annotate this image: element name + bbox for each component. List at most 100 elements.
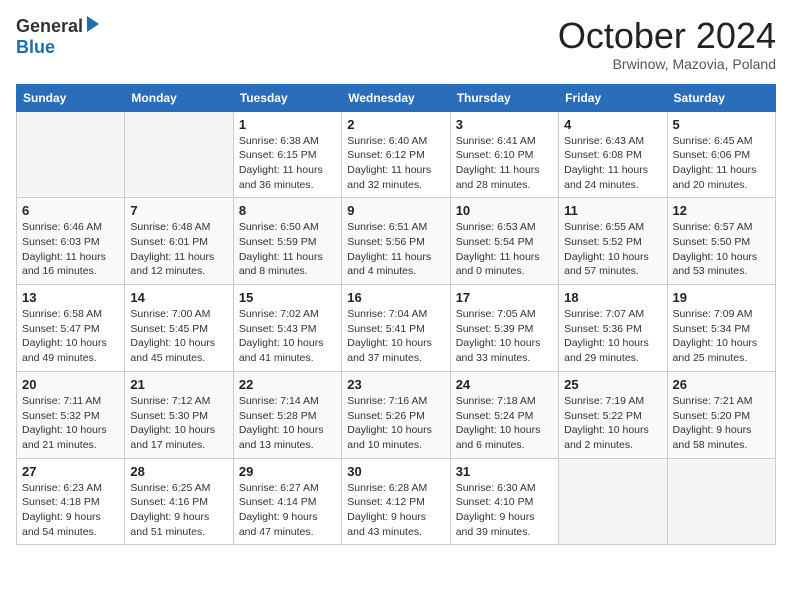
day-number: 9 (347, 203, 444, 218)
day-info: Sunrise: 6:23 AM Sunset: 4:18 PM Dayligh… (22, 481, 119, 540)
calendar-cell: 13 Sunrise: 6:58 AM Sunset: 5:47 PM Dayli… (17, 285, 125, 372)
day-info: Sunrise: 7:14 AM Sunset: 5:28 PM Dayligh… (239, 394, 336, 453)
day-number: 14 (130, 290, 227, 305)
day-info: Sunrise: 6:41 AM Sunset: 6:10 PM Dayligh… (456, 134, 553, 193)
day-info: Sunrise: 7:18 AM Sunset: 5:24 PM Dayligh… (456, 394, 553, 453)
calendar-cell: 20 Sunrise: 7:11 AM Sunset: 5:32 PM Dayli… (17, 371, 125, 458)
calendar-cell: 18 Sunrise: 7:07 AM Sunset: 5:36 PM Dayli… (559, 285, 667, 372)
calendar-cell: 16 Sunrise: 7:04 AM Sunset: 5:41 PM Dayli… (342, 285, 450, 372)
day-number: 3 (456, 117, 553, 132)
day-info: Sunrise: 7:21 AM Sunset: 5:20 PM Dayligh… (673, 394, 770, 453)
day-number: 18 (564, 290, 661, 305)
calendar-cell: 29 Sunrise: 6:27 AM Sunset: 4:14 PM Dayli… (233, 458, 341, 545)
day-number: 11 (564, 203, 661, 218)
day-info: Sunrise: 7:12 AM Sunset: 5:30 PM Dayligh… (130, 394, 227, 453)
day-info: Sunrise: 6:25 AM Sunset: 4:16 PM Dayligh… (130, 481, 227, 540)
day-info: Sunrise: 6:48 AM Sunset: 6:01 PM Dayligh… (130, 220, 227, 279)
calendar-cell: 30 Sunrise: 6:28 AM Sunset: 4:12 PM Dayli… (342, 458, 450, 545)
day-number: 17 (456, 290, 553, 305)
day-number: 21 (130, 377, 227, 392)
calendar-cell (559, 458, 667, 545)
logo: General Blue (16, 16, 99, 58)
calendar-cell: 3 Sunrise: 6:41 AM Sunset: 6:10 PM Daylig… (450, 111, 558, 198)
calendar-cell: 27 Sunrise: 6:23 AM Sunset: 4:18 PM Dayli… (17, 458, 125, 545)
day-number: 24 (456, 377, 553, 392)
day-number: 4 (564, 117, 661, 132)
calendar-cell: 2Sunrise: 6:40 AM Sunset: 6:12 PM Daylig… (342, 111, 450, 198)
calendar-cell: 1 Sunrise: 6:38 AM Sunset: 6:15 PM Daylig… (233, 111, 341, 198)
logo-triangle-icon (85, 16, 99, 37)
calendar-header-row: SundayMondayTuesdayWednesdayThursdayFrid… (17, 84, 776, 111)
day-info: Sunrise: 6:51 AM Sunset: 5:56 PM Dayligh… (347, 220, 444, 279)
day-number: 5 (673, 117, 770, 132)
day-number: 7 (130, 203, 227, 218)
day-number: 16 (347, 290, 444, 305)
calendar-cell: 6 Sunrise: 6:46 AM Sunset: 6:03 PM Daylig… (17, 198, 125, 285)
day-number: 23 (347, 377, 444, 392)
calendar-cell: 19Sunrise: 7:09 AM Sunset: 5:34 PM Dayli… (667, 285, 775, 372)
calendar-day-header: Wednesday (342, 84, 450, 111)
day-number: 22 (239, 377, 336, 392)
day-number: 29 (239, 464, 336, 479)
day-number: 19 (673, 290, 770, 305)
day-info: Sunrise: 6:58 AM Sunset: 5:47 PM Dayligh… (22, 307, 119, 366)
calendar-cell: 24 Sunrise: 7:18 AM Sunset: 5:24 PM Dayli… (450, 371, 558, 458)
calendar-cell: 17 Sunrise: 7:05 AM Sunset: 5:39 PM Dayli… (450, 285, 558, 372)
calendar-cell: 14 Sunrise: 7:00 AM Sunset: 5:45 PM Dayli… (125, 285, 233, 372)
calendar-cell: 4 Sunrise: 6:43 AM Sunset: 6:08 PM Daylig… (559, 111, 667, 198)
calendar-cell: 31Sunrise: 6:30 AM Sunset: 4:10 PM Dayli… (450, 458, 558, 545)
day-info: Sunrise: 6:38 AM Sunset: 6:15 PM Dayligh… (239, 134, 336, 193)
day-info: Sunrise: 6:55 AM Sunset: 5:52 PM Dayligh… (564, 220, 661, 279)
day-number: 10 (456, 203, 553, 218)
day-info: Sunrise: 7:07 AM Sunset: 5:36 PM Dayligh… (564, 307, 661, 366)
calendar-cell (125, 111, 233, 198)
day-info: Sunrise: 7:04 AM Sunset: 5:41 PM Dayligh… (347, 307, 444, 366)
calendar-cell: 10 Sunrise: 6:53 AM Sunset: 5:54 PM Dayli… (450, 198, 558, 285)
day-number: 30 (347, 464, 444, 479)
calendar-cell: 25Sunrise: 7:19 AM Sunset: 5:22 PM Dayli… (559, 371, 667, 458)
day-number: 12 (673, 203, 770, 218)
day-info: Sunrise: 6:46 AM Sunset: 6:03 PM Dayligh… (22, 220, 119, 279)
calendar-cell: 7 Sunrise: 6:48 AM Sunset: 6:01 PM Daylig… (125, 198, 233, 285)
day-info: Sunrise: 6:43 AM Sunset: 6:08 PM Dayligh… (564, 134, 661, 193)
calendar-cell: 26 Sunrise: 7:21 AM Sunset: 5:20 PM Dayli… (667, 371, 775, 458)
day-info: Sunrise: 6:30 AM Sunset: 4:10 PM Dayligh… (456, 481, 553, 540)
day-info: Sunrise: 7:05 AM Sunset: 5:39 PM Dayligh… (456, 307, 553, 366)
calendar-day-header: Thursday (450, 84, 558, 111)
day-info: Sunrise: 6:53 AM Sunset: 5:54 PM Dayligh… (456, 220, 553, 279)
logo-general-text: General (16, 16, 83, 37)
logo-blue-text: Blue (16, 37, 55, 57)
day-number: 6 (22, 203, 119, 218)
day-number: 13 (22, 290, 119, 305)
calendar-day-header: Saturday (667, 84, 775, 111)
day-info: Sunrise: 7:16 AM Sunset: 5:26 PM Dayligh… (347, 394, 444, 453)
day-info: Sunrise: 7:19 AM Sunset: 5:22 PM Dayligh… (564, 394, 661, 453)
day-number: 26 (673, 377, 770, 392)
day-info: Sunrise: 6:27 AM Sunset: 4:14 PM Dayligh… (239, 481, 336, 540)
calendar-day-header: Tuesday (233, 84, 341, 111)
calendar-cell: 12 Sunrise: 6:57 AM Sunset: 5:50 PM Dayli… (667, 198, 775, 285)
day-info: Sunrise: 7:11 AM Sunset: 5:32 PM Dayligh… (22, 394, 119, 453)
calendar-week-row: 6 Sunrise: 6:46 AM Sunset: 6:03 PM Daylig… (17, 198, 776, 285)
calendar-day-header: Sunday (17, 84, 125, 111)
calendar-cell: 15Sunrise: 7:02 AM Sunset: 5:43 PM Dayli… (233, 285, 341, 372)
day-info: Sunrise: 6:28 AM Sunset: 4:12 PM Dayligh… (347, 481, 444, 540)
day-info: Sunrise: 6:50 AM Sunset: 5:59 PM Dayligh… (239, 220, 336, 279)
calendar-cell: 8 Sunrise: 6:50 AM Sunset: 5:59 PM Daylig… (233, 198, 341, 285)
calendar-cell: 9 Sunrise: 6:51 AM Sunset: 5:56 PM Daylig… (342, 198, 450, 285)
calendar-day-header: Friday (559, 84, 667, 111)
day-info: Sunrise: 7:00 AM Sunset: 5:45 PM Dayligh… (130, 307, 227, 366)
calendar-cell (17, 111, 125, 198)
day-number: 28 (130, 464, 227, 479)
calendar-week-row: 13 Sunrise: 6:58 AM Sunset: 5:47 PM Dayli… (17, 285, 776, 372)
calendar-cell (667, 458, 775, 545)
calendar-cell: 23 Sunrise: 7:16 AM Sunset: 5:26 PM Dayli… (342, 371, 450, 458)
day-number: 8 (239, 203, 336, 218)
day-number: 27 (22, 464, 119, 479)
day-info: Sunrise: 6:40 AM Sunset: 6:12 PM Dayligh… (347, 134, 444, 193)
day-info: Sunrise: 6:57 AM Sunset: 5:50 PM Dayligh… (673, 220, 770, 279)
day-number: 20 (22, 377, 119, 392)
day-number: 1 (239, 117, 336, 132)
location-text: Brwinow, Mazovia, Poland (558, 56, 776, 72)
calendar-cell: 5Sunrise: 6:45 AM Sunset: 6:06 PM Daylig… (667, 111, 775, 198)
